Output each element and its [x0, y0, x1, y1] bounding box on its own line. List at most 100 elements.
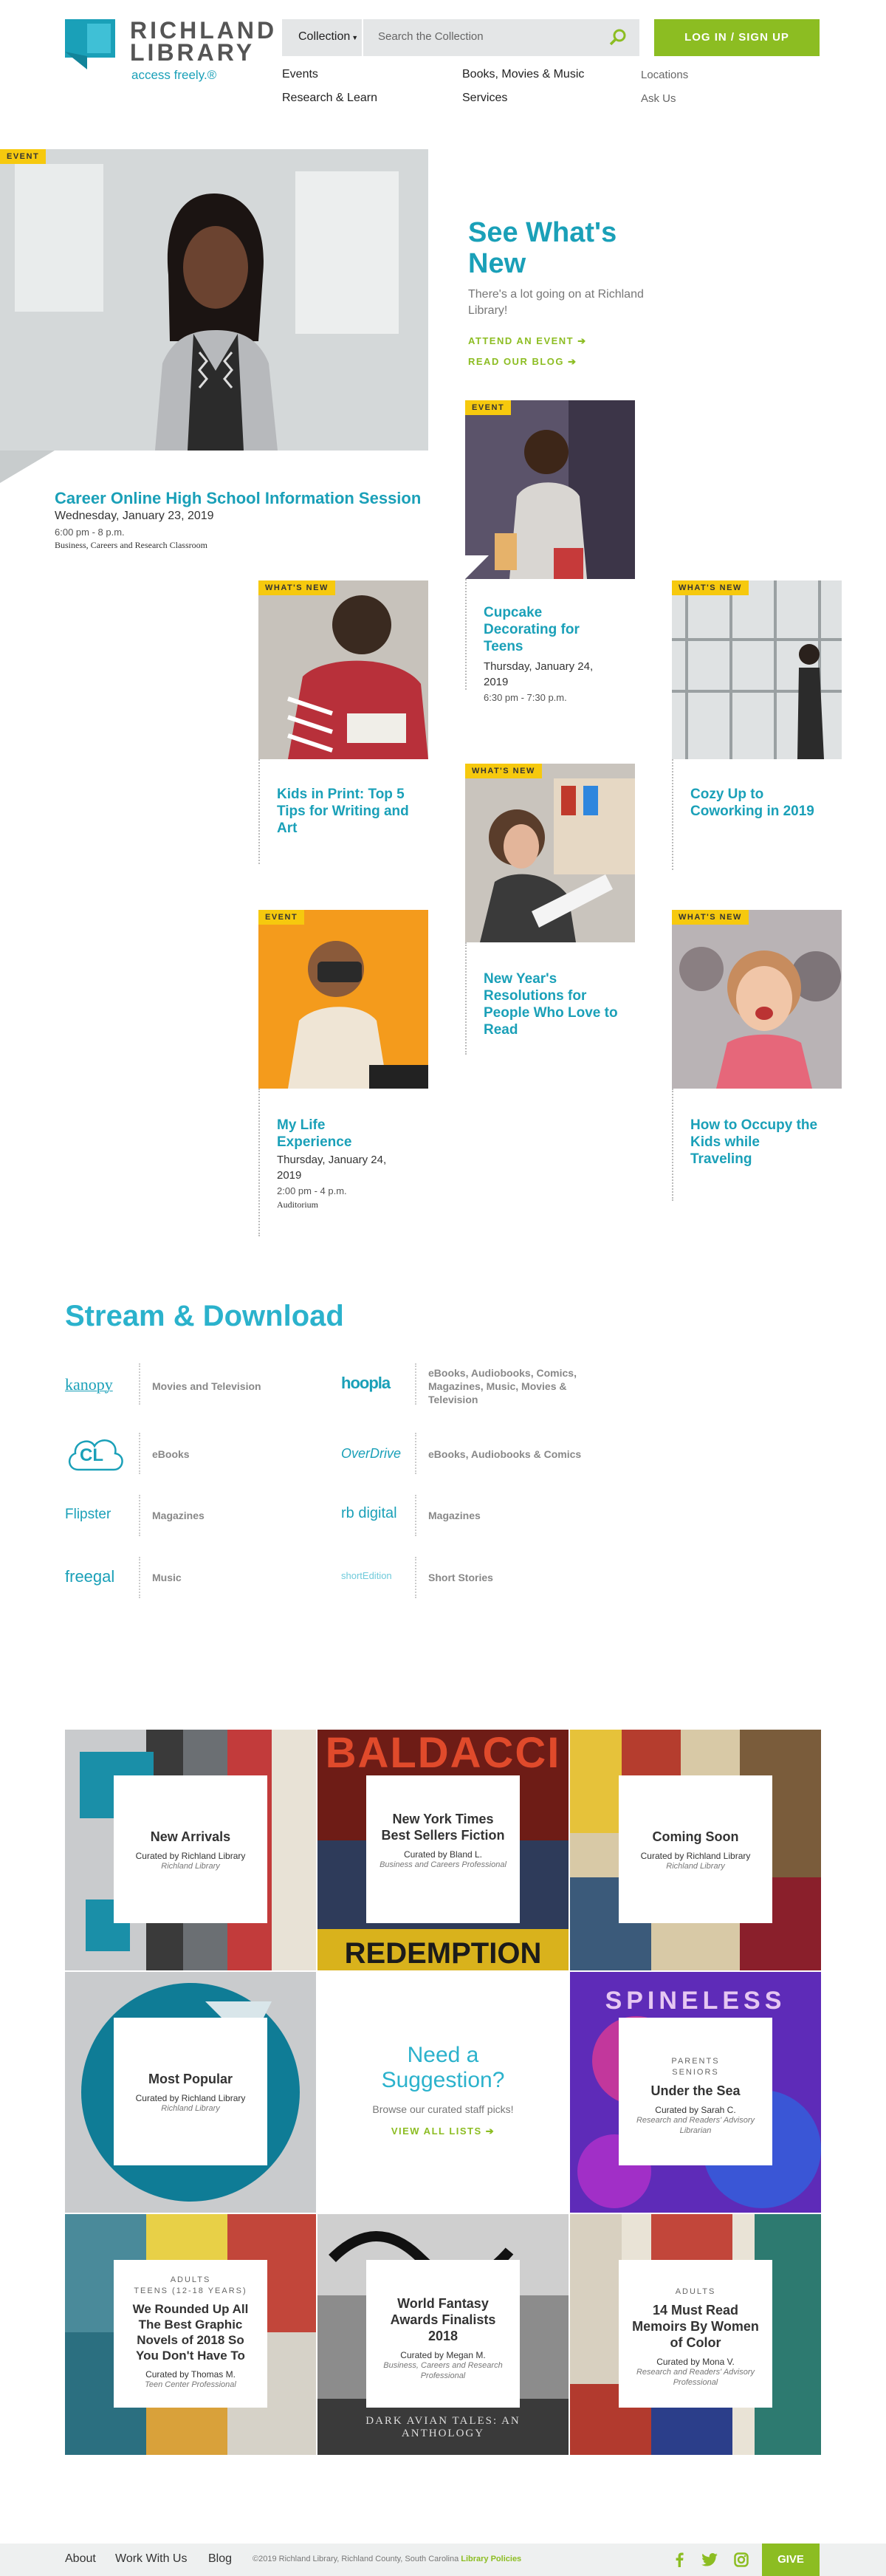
- nav-books-movies-music[interactable]: Books, Movies & Music: [462, 68, 584, 81]
- hoopla-logo[interactable]: hoopla: [341, 1374, 391, 1393]
- kanopy-logo[interactable]: kanopy: [65, 1375, 113, 1394]
- logo-text-richland[interactable]: RICHLAND: [130, 18, 277, 42]
- card-tag-occupy-kids: WHAT'S NEW: [672, 910, 749, 925]
- card-tag-my-life: EVENT: [258, 910, 305, 925]
- nav-research-learn[interactable]: Research & Learn: [282, 92, 377, 105]
- card-title-kids-in-print[interactable]: Kids in Print: Top 5 Tips for Writing an…: [277, 786, 417, 837]
- card-title-coworking[interactable]: Cozy Up to Coworking in 2019: [690, 786, 816, 820]
- list-tile-most-popular[interactable]: Most Popular Curated by Richland Library…: [65, 1972, 316, 2213]
- list-card: PARENTS SENIORS Under the Sea Curated by…: [619, 2018, 772, 2165]
- list-curator: Curated by Richland Library: [135, 1851, 246, 1861]
- list-audience: ADULTS: [170, 2275, 211, 2284]
- card-divider: [258, 1089, 260, 1236]
- list-tile-nyt-fiction[interactable]: BALDACCI REDEMPTION New York Times Best …: [317, 1730, 569, 1970]
- hero-event-location: Business, Careers and Research Classroom: [55, 540, 207, 550]
- facebook-icon[interactable]: [673, 2552, 685, 2567]
- twitter-icon[interactable]: [701, 2553, 718, 2566]
- list-card: Most Popular Curated by Richland Library…: [114, 2018, 267, 2165]
- list-tile-new-arrivals[interactable]: New Arrivals Curated by Richland Library…: [65, 1730, 316, 1970]
- footer-link-blog[interactable]: Blog: [208, 2552, 232, 2566]
- list-card: Coming Soon Curated by Richland Library …: [619, 1775, 772, 1923]
- suggestion-tile: Need a Suggestion? Browse our curated sta…: [317, 1972, 569, 2213]
- list-curator: Curated by Richland Library: [135, 2093, 246, 2103]
- collection-label: Collection: [298, 30, 351, 43]
- read-blog-link[interactable]: READ OUR BLOG ➔: [468, 356, 577, 368]
- list-title: Most Popular: [148, 2072, 233, 2086]
- short-edition-logo[interactable]: shortEdition: [341, 1570, 392, 1581]
- card-image-kids-in-print[interactable]: [258, 580, 428, 759]
- overdrive-logo[interactable]: OverDrive: [341, 1446, 401, 1462]
- cover-text-bottom: REDEMPTION: [344, 1937, 542, 1970]
- search-input[interactable]: Search the Collection: [378, 30, 484, 43]
- library-policies-link[interactable]: Library Policies: [461, 2555, 521, 2563]
- list-title: 14 Must Read Memoirs By Women of Color: [632, 2303, 759, 2350]
- list-title: Coming Soon: [652, 1829, 739, 1844]
- list-title: New Arrivals: [150, 1829, 231, 1844]
- card-image-resolutions[interactable]: [465, 764, 635, 942]
- hero-corner-shape: [0, 451, 55, 483]
- hero-event-title[interactable]: Career Online High School Information Se…: [55, 489, 424, 507]
- card-image-my-life[interactable]: [258, 910, 428, 1089]
- card-divider: [258, 759, 260, 864]
- list-tile-under-the-sea[interactable]: SPINELESS PARENTS SENIORS Under the Sea …: [570, 1972, 821, 2213]
- search-icon[interactable]: [608, 28, 628, 47]
- card-divider: [672, 759, 673, 870]
- give-button[interactable]: GIVE: [762, 2544, 820, 2576]
- logo-text-library[interactable]: LIBRARY: [130, 41, 255, 64]
- attend-event-link[interactable]: ATTEND AN EVENT ➔: [468, 335, 587, 347]
- list-card: ADULTS 14 Must Read Memoirs By Women of …: [619, 2260, 772, 2408]
- instagram-icon[interactable]: [734, 2552, 749, 2567]
- list-title: We Rounded Up All The Best Graphic Novel…: [132, 2302, 249, 2363]
- collection-dropdown[interactable]: Collection ▼: [282, 19, 363, 56]
- cloud-library-description: eBooks: [152, 1448, 190, 1460]
- hero-event-time: 6:00 pm - 8 p.m.: [55, 527, 125, 538]
- list-tile-world-fantasy[interactable]: DARK AVIAN TALES: AN ANTHOLOGY World Fan…: [317, 2214, 569, 2455]
- hero-corner-svg: [0, 451, 55, 483]
- card-tag-cupcake: EVENT: [465, 400, 512, 415]
- cloud-library-logo[interactable]: CL: [65, 1433, 126, 1473]
- nav-locations[interactable]: Locations: [641, 69, 688, 81]
- card-divider: [465, 579, 467, 690]
- suggestion-text: Browse our curated staff picks!: [372, 2103, 514, 2115]
- kanopy-description: Movies and Television: [152, 1380, 261, 1392]
- login-signup-button[interactable]: LOG IN / SIGN UP: [654, 19, 820, 56]
- woman-reading-image: [465, 764, 635, 942]
- card-title-resolutions[interactable]: New Year's Resolutions for People Who Lo…: [484, 970, 620, 1038]
- service-divider: [415, 1363, 416, 1405]
- card-image-cupcake[interactable]: [465, 400, 635, 579]
- card-title-cupcake[interactable]: Cupcake Decorating for Teens: [484, 604, 617, 655]
- service-divider: [139, 1433, 140, 1474]
- list-curator-role: Research and Readers' Advisory Professio…: [636, 2368, 755, 2387]
- card-title-my-life[interactable]: My Life Experience: [277, 1117, 402, 1151]
- flipster-logo[interactable]: Flipster: [65, 1507, 111, 1523]
- card-title-occupy-kids[interactable]: How to Occupy the Kids while Traveling: [690, 1117, 820, 1168]
- nav-ask-us[interactable]: Ask Us: [641, 92, 676, 105]
- footer-link-work-with-us[interactable]: Work With Us: [115, 2552, 187, 2566]
- library-logo-icon[interactable]: [65, 19, 115, 69]
- freegal-description: Music: [152, 1572, 182, 1583]
- view-all-lists-link[interactable]: VIEW ALL LISTS ➔: [317, 2125, 569, 2137]
- list-tile-coming-soon[interactable]: Coming Soon Curated by Richland Library …: [570, 1730, 821, 1970]
- card-divider: [672, 1089, 673, 1201]
- list-curator-role: Research and Readers' Advisory Librarian: [636, 2116, 755, 2135]
- logo-tagline: access freely.®: [131, 68, 217, 82]
- footer-link-about[interactable]: About: [65, 2552, 96, 2566]
- card-tag-kids-in-print: WHAT'S NEW: [258, 580, 335, 595]
- service-divider: [139, 1363, 140, 1405]
- list-card: New York Times Best Sellers Fiction Cura…: [366, 1775, 520, 1923]
- freegal-logo[interactable]: freegal: [65, 1567, 114, 1586]
- hero-event-image[interactable]: [0, 149, 428, 451]
- list-curator: Curated by Megan M.: [400, 2350, 486, 2360]
- overdrive-description: eBooks, Audiobooks & Comics: [428, 1448, 582, 1460]
- card-image-coworking[interactable]: [672, 580, 842, 759]
- list-curator-role: Teen Center Professional: [145, 2380, 236, 2389]
- cover-text: BALDACCI: [325, 1730, 561, 1777]
- nav-services[interactable]: Services: [462, 92, 507, 105]
- card-image-occupy-kids[interactable]: [672, 910, 842, 1089]
- list-tile-graphic-novels[interactable]: ADULTS TEENS (12-18 YEARS) We Rounded Up…: [65, 2214, 316, 2455]
- service-divider: [139, 1557, 140, 1598]
- service-divider: [415, 1433, 416, 1474]
- nav-events[interactable]: Events: [282, 68, 318, 81]
- rbdigital-logo[interactable]: rb digital: [341, 1505, 397, 1522]
- list-tile-memoirs[interactable]: ADULTS 14 Must Read Memoirs By Women of …: [570, 2214, 821, 2455]
